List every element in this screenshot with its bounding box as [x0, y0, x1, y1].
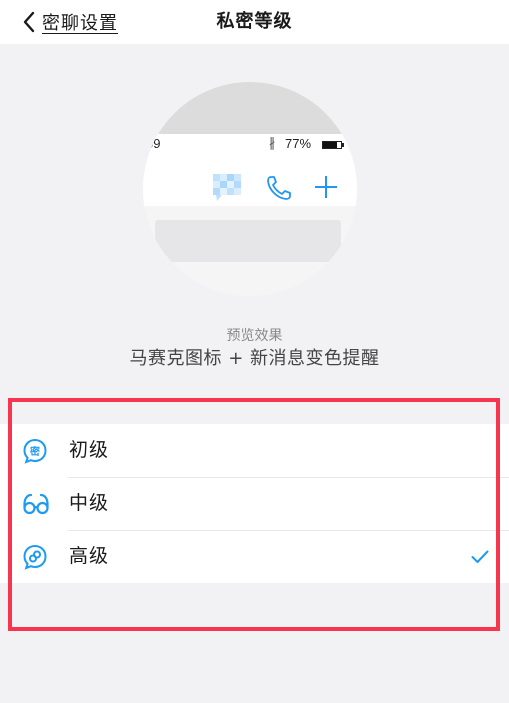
preview-toolbar [143, 156, 357, 206]
page-title: 私密等级 [216, 11, 293, 32]
checkmark-icon [471, 549, 489, 568]
preview-caption: 预览效果 [226, 328, 283, 344]
level-label: 初级 [69, 439, 110, 461]
svg-text:密: 密 [30, 445, 40, 458]
level-option-intermediate[interactable]: 中级 [0, 477, 509, 530]
preview-status-bar: 59 ∦ 77% [143, 134, 357, 156]
preview-area: 59 ∦ 77% 预览效果 马赛克图标 + 新消息变色提醒 [0, 44, 509, 384]
preview-description: 马赛克图标 + 新消息变色提醒 [129, 348, 380, 369]
battery-fill [323, 142, 337, 148]
battery-text: 77% [285, 136, 312, 151]
battery-tip [342, 143, 344, 147]
battery-icon [322, 141, 342, 149]
preview-header [143, 82, 357, 134]
secret-bubble-icon: 密 [22, 438, 48, 464]
phone-icon [265, 174, 293, 206]
preview-search-bar [155, 220, 341, 262]
lock-bubble-icon [22, 544, 48, 570]
glasses-icon [22, 491, 49, 517]
level-option-advanced[interactable]: 高级 [0, 530, 509, 583]
status-time: 59 [146, 136, 161, 151]
mosaic-chat-icon [213, 174, 243, 206]
level-label: 高级 [69, 545, 110, 567]
level-list: 密 初级 中级 高级 [0, 424, 509, 583]
preview-circle: 59 ∦ 77% [143, 82, 357, 296]
bluetooth-icon: ∦ [269, 136, 276, 151]
nav-bar: 密聊设置 私密等级 [0, 0, 509, 44]
level-label: 中级 [69, 492, 110, 514]
level-option-basic[interactable]: 密 初级 [0, 424, 509, 477]
add-icon [313, 174, 339, 204]
